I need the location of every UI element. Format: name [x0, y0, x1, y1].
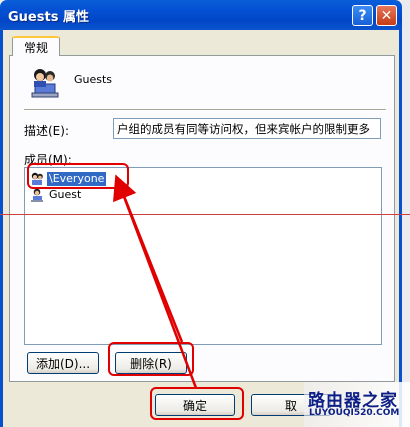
- add-button[interactable]: 添加(D)...: [27, 352, 99, 374]
- close-icon: ✕: [380, 7, 393, 24]
- group-name: Guests: [74, 73, 113, 86]
- tab-general[interactable]: 常规: [12, 36, 60, 56]
- highlight-ok-button: [150, 387, 244, 420]
- separator: [24, 109, 386, 111]
- user-icon: [31, 188, 43, 202]
- watermark-url: LUYOUQI520.COM: [309, 408, 400, 418]
- help-icon: ?: [358, 7, 367, 24]
- user-group-icon: [31, 69, 59, 98]
- highlight-remove-button: [108, 342, 194, 376]
- close-button[interactable]: ✕: [376, 5, 397, 26]
- description-label: 描述(E):: [24, 124, 69, 138]
- screenshot-frame: Guests 属性 ? ✕ 常规 Guests 描述(E): 户组的成员有同等访…: [0, 0, 410, 427]
- member-name: Guest: [49, 188, 82, 201]
- list-item-guest[interactable]: Guest: [29, 187, 83, 203]
- window-title: Guests 属性: [8, 10, 89, 25]
- title-bar[interactable]: Guests 属性 ? ✕: [0, 0, 402, 30]
- help-button[interactable]: ?: [352, 5, 373, 26]
- description-field[interactable]: 户组的成员有同等访问权，但来宾帐户的限制更多: [113, 118, 381, 139]
- watermark: 路由器之家 LUYOUQI520.COM: [304, 382, 410, 427]
- members-listbox[interactable]: \Everyone Guest: [24, 167, 382, 345]
- tab-label: 常规: [23, 40, 48, 55]
- red-guide-line: [0, 214, 410, 215]
- highlight-everyone: [27, 163, 129, 189]
